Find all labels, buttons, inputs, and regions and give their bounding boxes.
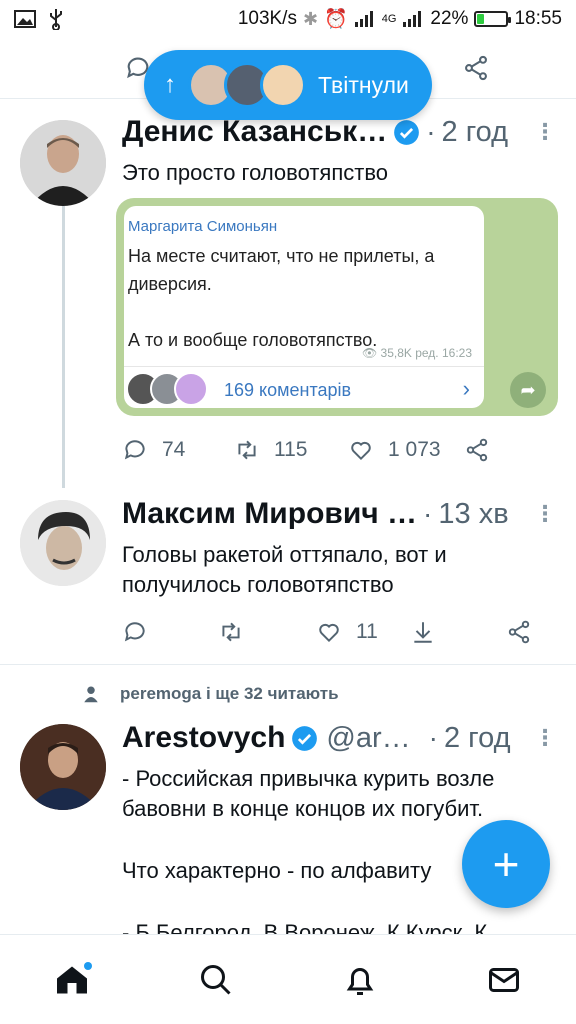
verified-badge-icon: [394, 119, 420, 145]
author-handle: @ar…: [326, 721, 411, 754]
retweet-button[interactable]: [218, 619, 316, 645]
tweet-image-card[interactable]: Маргарита Симоньян На месте считают, что…: [116, 198, 558, 416]
reply-icon: [124, 622, 145, 642]
nav-search[interactable]: [186, 950, 246, 1010]
avatar[interactable]: [20, 724, 106, 810]
share-icon[interactable]: [462, 54, 490, 82]
social-context-text: peremoga і ще 32 читають: [120, 684, 339, 703]
download-button[interactable]: [410, 619, 506, 645]
tweet-time: 2 год: [441, 115, 509, 148]
reply-button[interactable]: [122, 619, 218, 645]
more-options-icon[interactable]: ⋮: [524, 503, 556, 525]
new-tweets-label: Твітнули: [318, 71, 409, 98]
bottom-nav: [0, 934, 576, 1024]
retweet-icon: [238, 440, 256, 460]
gallery-icon: [14, 10, 36, 28]
network-type: 4G: [381, 13, 397, 25]
heart-icon: [319, 623, 339, 643]
tweet-text-line: - Б Белгород, В Воронеж, К Курск, К: [122, 920, 488, 934]
tweet-text-line: - Российская привычка курить возле бавов…: [122, 766, 495, 821]
new-tweets-pill[interactable]: ↑ Твітнули: [144, 50, 432, 120]
like-count: 11: [356, 620, 378, 643]
notification-dot: [84, 961, 92, 970]
more-options-icon[interactable]: ⋮: [524, 121, 556, 143]
bluetooth-icon: ✱: [302, 8, 319, 29]
separator-dot: ·: [428, 722, 438, 753]
card-text: На месте считают, что не прилеты, а диве…: [128, 246, 435, 350]
reply-icon: [124, 440, 145, 460]
share-button[interactable]: [506, 619, 532, 645]
author-name[interactable]: Денис Казанськ…: [122, 115, 387, 149]
retweet-count: 115: [274, 438, 308, 461]
like-button[interactable]: 1 073: [348, 437, 464, 463]
pill-avatar: [260, 62, 306, 108]
like-count: 1 073: [388, 438, 441, 461]
verified-badge-icon: [292, 725, 318, 751]
plus-icon: +: [492, 838, 520, 890]
like-button[interactable]: 11: [316, 619, 410, 645]
retweet-button[interactable]: 115: [234, 437, 348, 463]
share-button[interactable]: [464, 437, 490, 463]
avatar[interactable]: [20, 120, 106, 206]
avatar[interactable]: [20, 500, 106, 586]
tweet-actions: 11: [122, 614, 536, 650]
clock: 18:55: [514, 8, 562, 29]
card-author: Маргарита Симоньян: [128, 218, 278, 235]
tweet-actions: 74 115 1 073: [122, 432, 536, 468]
network-speed: 103K/s: [237, 8, 297, 29]
separator-dot: ·: [423, 498, 433, 529]
usb-icon: [50, 9, 62, 30]
share-icon: [508, 620, 530, 644]
status-bar: 103K/s ✱ ⏰ 4G 22% 18:55: [0, 0, 576, 38]
nav-notifications[interactable]: [330, 950, 390, 1010]
signal-icon-2: [403, 11, 422, 27]
alarm-icon: ⏰: [324, 9, 348, 30]
commenter-avatars: [126, 372, 208, 406]
chevron-right-icon: ›: [462, 376, 470, 401]
forward-icon: ➦: [510, 372, 546, 408]
telegram-bubble: Маргарита Симоньян На месте считают, что…: [124, 206, 484, 408]
tweet-time: 13 хв: [438, 497, 509, 530]
bell-icon: [346, 967, 374, 995]
nav-home[interactable]: [42, 950, 102, 1010]
battery-icon: [474, 11, 512, 27]
battery-percent: 22%: [430, 8, 469, 29]
reply-count: 74: [162, 438, 186, 461]
card-comments: 169 коментарів: [224, 380, 352, 400]
share-icon: [466, 438, 488, 462]
divider: [0, 664, 576, 665]
thread-line: [62, 206, 65, 488]
social-context[interactable]: peremoga і ще 32 читають: [82, 680, 339, 708]
arrow-up-icon: ↑: [164, 71, 176, 98]
tweet-text: Это просто головотяпство: [122, 160, 389, 185]
author-name[interactable]: Arestovych: [122, 721, 285, 755]
tweet-header: Arestovych @ar… · 2 год ⋮: [122, 718, 556, 758]
heart-icon: [351, 441, 371, 461]
tweet-time: 2 год: [443, 721, 511, 754]
person-icon: [84, 686, 98, 703]
signal-icon: [354, 11, 373, 27]
download-icon: [414, 622, 432, 643]
card-meta: 👁 35,8K ред. 16:23: [361, 346, 472, 360]
card-divider: [124, 366, 484, 367]
mail-icon: [489, 967, 519, 992]
tweet-header: Максим Мирович … · 13 хв ⋮: [122, 494, 556, 534]
author-name[interactable]: Максим Мирович …: [122, 497, 417, 531]
more-options-icon[interactable]: ⋮: [524, 727, 556, 749]
separator-dot: ·: [426, 116, 436, 147]
compose-tweet-button[interactable]: +: [462, 820, 550, 908]
search-icon: [201, 964, 231, 995]
nav-messages[interactable]: [474, 950, 534, 1010]
retweet-icon: [222, 622, 240, 642]
reply-button[interactable]: 74: [122, 437, 234, 463]
tweet-text: Головы ракетой оттяпало, вот и получилос…: [122, 542, 447, 597]
